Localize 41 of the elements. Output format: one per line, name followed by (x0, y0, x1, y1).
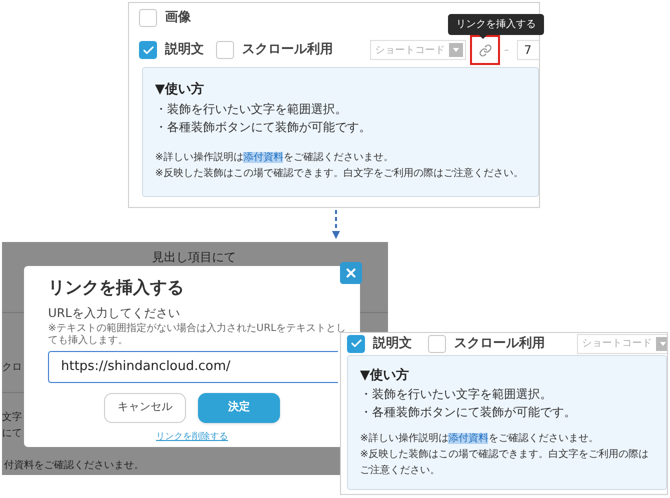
checkbox-label: 画像 (165, 9, 191, 28)
dialog-prompt: URLを入力してください (48, 304, 181, 322)
description-line: ・各種装飾ボタンにて装飾が可能です。 (155, 118, 372, 136)
checkbox[interactable] (216, 41, 234, 59)
link-icon (478, 44, 492, 56)
dashed-arrow (331, 210, 341, 240)
description-note: ※反映した装飾はこの場で確認できます。白文字をご利用の際はご注意ください。 (155, 166, 524, 180)
page-text-fragment: にて (2, 427, 22, 441)
page-text-fragment: クロ (2, 361, 22, 375)
shortcode-select[interactable]: ショートコード (577, 334, 667, 354)
section-heading: 見出し項目にて (152, 249, 236, 266)
dialog-title: リンクを挿入する (48, 277, 185, 300)
checkbox[interactable] (139, 41, 157, 59)
checkbox-label: スクロール利用 (454, 335, 545, 353)
description-line: ・各種装飾ボタンにて装飾が可能です。 (360, 404, 577, 421)
checkbox[interactable] (139, 9, 157, 27)
checkbox-label: スクロール利用 (242, 41, 333, 60)
size-field[interactable]: 7 (517, 40, 539, 60)
page-text-fragment: 文字 (2, 410, 22, 425)
checkbox-label: 説明文 (165, 40, 204, 60)
checkbox-label: 説明文 (373, 334, 412, 353)
url-input[interactable]: https://shindancloud.com/ (48, 350, 338, 382)
checkbox[interactable] (347, 334, 365, 353)
cancel-button[interactable]: キャンセル (104, 392, 186, 422)
link-button[interactable] (470, 35, 500, 65)
checkbox[interactable] (428, 334, 446, 353)
description-heading: ▼使い方 (155, 80, 205, 99)
description-heading: ▼使い方 (360, 366, 410, 384)
description-note: ※詳しい操作説明は添付資料をご確認くださいませ。 (155, 150, 394, 164)
description-line: ・装飾を行いたい文字を範囲選択。 (360, 386, 553, 403)
confirm-button[interactable]: 決定 (198, 392, 280, 422)
remove-link[interactable]: リンクを削除する (156, 430, 228, 444)
shortcode-select[interactable]: ショートコード (370, 40, 466, 60)
separator: – (504, 44, 509, 58)
description-note: ※反映した装飾はこの場で確認できます。白文字をご利用の際はご注意ください。 (360, 448, 650, 478)
close-button[interactable] (340, 262, 362, 284)
description-note: ※詳しい操作説明は添付資料をご確認くださいませ。 (360, 432, 600, 446)
check-icon (142, 44, 154, 56)
close-icon (344, 266, 358, 280)
description-line: ・装飾を行いたい文字を範囲選択。 (155, 100, 348, 118)
page-text-fragment: 付資料をご確認くださいませ。 (4, 458, 144, 473)
